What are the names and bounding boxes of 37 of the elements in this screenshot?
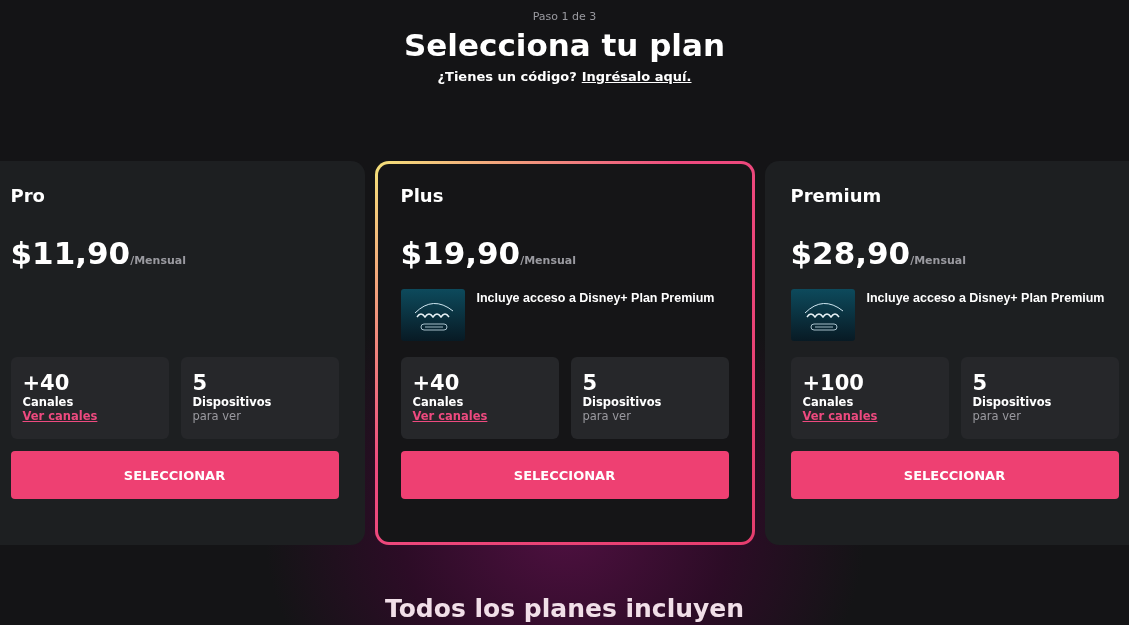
devices-sublabel: para ver bbox=[192, 409, 242, 423]
devices-label: Dispositivos bbox=[192, 395, 273, 409]
step-indicator: Paso 1 de 3 bbox=[532, 10, 597, 23]
select-button[interactable]: SELECCIONAR bbox=[790, 451, 1119, 499]
perk-text: Incluye acceso a Disney+ Plan Premium bbox=[476, 291, 715, 307]
channels-label: Canales bbox=[22, 395, 75, 409]
channels-link[interactable]: Ver canales bbox=[802, 409, 878, 423]
device-count: 5 bbox=[192, 371, 209, 395]
channels-link[interactable]: Ver canales bbox=[412, 409, 488, 423]
channel-count: +40 bbox=[412, 371, 461, 395]
price-period: /Mensual bbox=[520, 254, 576, 267]
page-title: Selecciona tu plan bbox=[404, 27, 725, 63]
perk-text: Incluye acceso a Disney+ Plan Premium bbox=[866, 291, 1105, 307]
plan-price: $28,90 bbox=[790, 235, 911, 271]
code-link[interactable]: Ingrésalo aquí. bbox=[581, 69, 692, 84]
select-button[interactable]: SELECCIONAR bbox=[10, 451, 339, 499]
channel-count: +40 bbox=[22, 371, 71, 395]
devices-sublabel: para ver bbox=[582, 409, 632, 423]
channel-count: +100 bbox=[802, 371, 865, 395]
plan-price: $11,90 bbox=[10, 235, 131, 271]
devices-sublabel: para ver bbox=[972, 409, 1022, 423]
channels-label: Canales bbox=[412, 395, 465, 409]
device-count: 5 bbox=[582, 371, 599, 395]
plan-name: Pro bbox=[10, 185, 46, 208]
channels-label: Canales bbox=[802, 395, 855, 409]
price-period: /Mensual bbox=[910, 254, 966, 267]
channels-link[interactable]: Ver canales bbox=[22, 409, 98, 423]
price-period: /Mensual bbox=[130, 254, 186, 267]
plan-name: Plus bbox=[400, 185, 445, 208]
plan-price: $19,90 bbox=[400, 235, 521, 271]
devices-label: Dispositivos bbox=[582, 395, 663, 409]
code-prompt: ¿Tienes un código? bbox=[437, 69, 577, 84]
section-heading: Todos los planes incluyen bbox=[384, 594, 745, 623]
plan-name: Premium bbox=[790, 185, 883, 208]
devices-label: Dispositivos bbox=[972, 395, 1053, 409]
select-button[interactable]: SELECCIONAR bbox=[400, 451, 729, 499]
device-count: 5 bbox=[972, 371, 989, 395]
